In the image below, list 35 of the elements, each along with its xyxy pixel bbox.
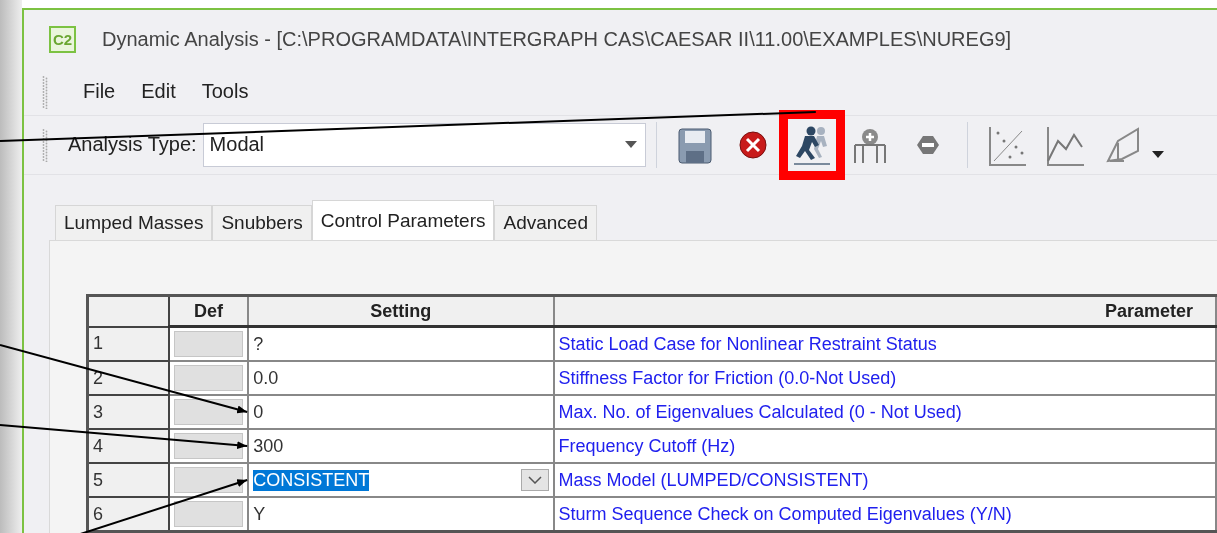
table-cell: Static Load Case for Nonlinear Restraint Status (553, 326, 1216, 361)
table-cell: Frequency Cutoff (Hz) (553, 429, 1216, 463)
default-button[interactable] (173, 467, 244, 493)
tab[interactable]: Lumped Masses (55, 205, 213, 240)
menu-item[interactable]: File (72, 80, 127, 103)
column-header: Def (168, 295, 249, 327)
row-number: 3 (87, 395, 169, 429)
dropdown-arrow-icon[interactable] (624, 141, 637, 149)
setting-dropdown[interactable]: CONSISTENT (248, 463, 554, 497)
table-cell: Mass Model (LUMPED/CONSISTENT) (553, 463, 1216, 497)
column-header: Parameter (553, 295, 1216, 327)
column-header: Setting (248, 295, 554, 327)
toolbar-grip-icon (42, 127, 48, 162)
table-cell: Max. No. of Eigenvalues Calculated (0 - Not Used) (553, 395, 1216, 429)
table-cell: Stiffness Factor for Friction (0.0-Not Used) (553, 361, 1216, 395)
setting-field[interactable]: 0 (248, 395, 554, 429)
setting-field[interactable]: 300 (248, 429, 554, 463)
default-button[interactable] (173, 433, 244, 459)
menu-item[interactable]: Edit (130, 80, 187, 103)
toolbar-grip-icon (42, 74, 48, 109)
setting-field[interactable]: 0.0 (248, 361, 554, 395)
analysis-type-dropdown[interactable]: Modal (202, 122, 646, 167)
chevron-icon[interactable] (527, 476, 542, 484)
window-title: Dynamic Analysis - [C:\PROGRAMDATA\INTERGRAPH CAS\CAESAR II\11.00\EXAMPLES\NUREG9] (102, 27, 1012, 51)
row-number: 5 (87, 463, 169, 497)
row-number: 1 (87, 326, 169, 361)
tab[interactable]: Advanced (494, 205, 597, 240)
tab[interactable]: Control Parameters (311, 200, 495, 240)
setting-field[interactable]: ? (248, 326, 554, 361)
analysis-type-label: Analysis Type: (68, 133, 197, 157)
menu-item[interactable]: Tools (190, 80, 260, 103)
app-logo: C2 (49, 25, 76, 53)
tab[interactable]: Snubbers (212, 205, 312, 240)
caret-icon[interactable] (1151, 150, 1164, 159)
default-button[interactable] (173, 399, 244, 425)
